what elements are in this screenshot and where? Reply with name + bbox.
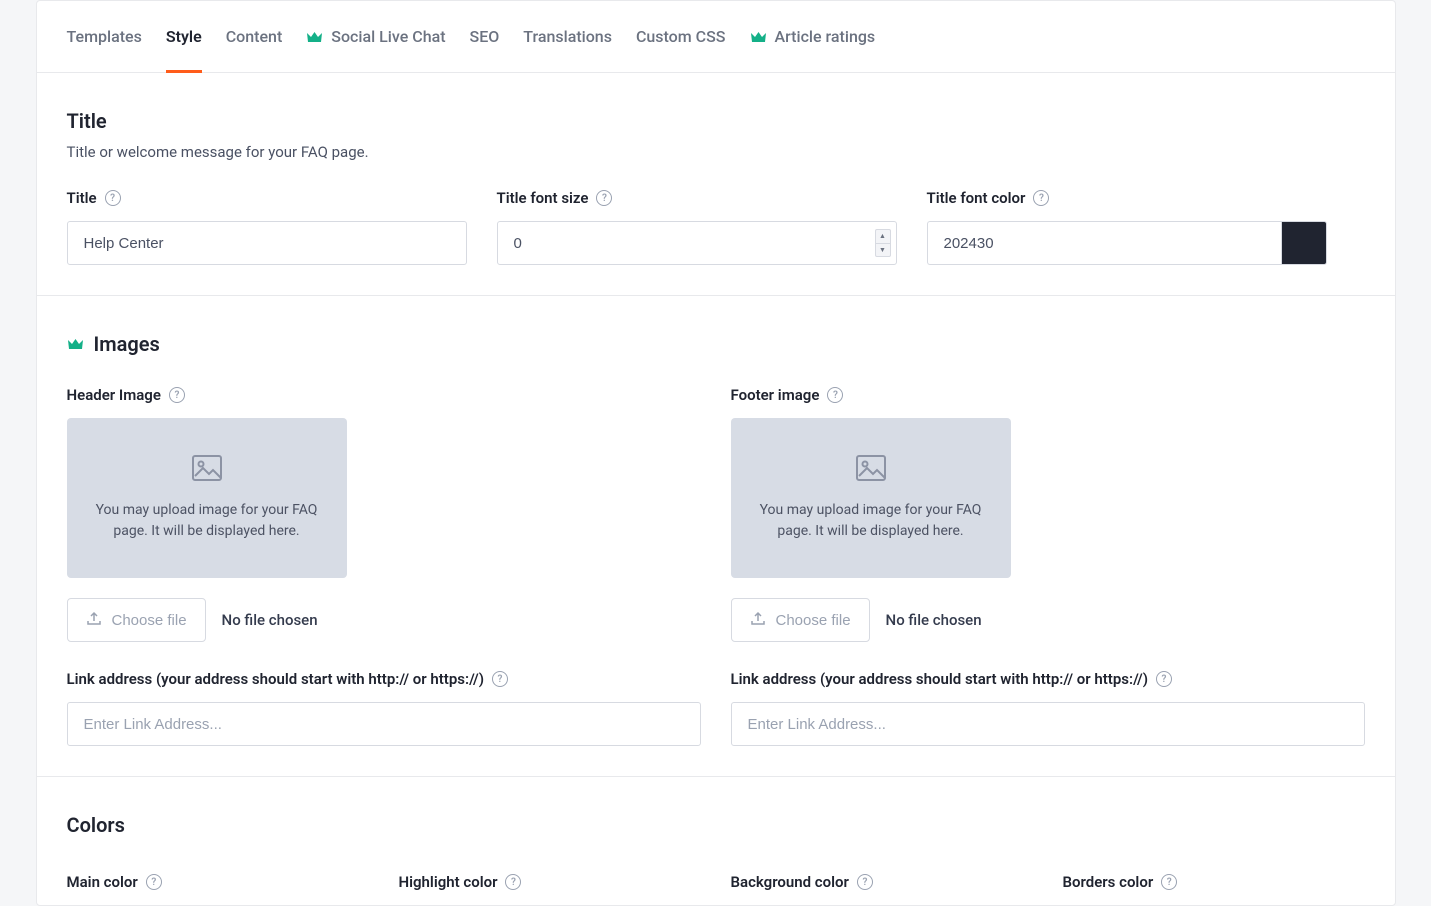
help-icon[interactable]: ? <box>1033 190 1049 206</box>
footer-image-label: Footer image ? <box>731 386 1365 404</box>
help-icon[interactable]: ? <box>857 874 873 890</box>
title-input[interactable] <box>67 221 467 265</box>
header-image-block: Header Image ? You may upload image for … <box>67 386 701 746</box>
footer-link-input[interactable] <box>731 702 1365 746</box>
choose-file-button[interactable]: Choose file <box>731 598 870 642</box>
help-icon[interactable]: ? <box>146 874 162 890</box>
help-icon[interactable]: ? <box>492 671 508 687</box>
section-description: Title or welcome message for your FAQ pa… <box>67 143 1365 161</box>
choose-file-button[interactable]: Choose file <box>67 598 206 642</box>
tab-label: Social Live Chat <box>331 27 445 46</box>
borders-color-label: Borders color ? <box>1063 873 1365 891</box>
tab-social-live-chat[interactable]: Social Live Chat <box>306 1 445 73</box>
crown-icon <box>306 30 323 44</box>
header-link-label: Link address (your address should start … <box>67 670 701 688</box>
header-image-placeholder[interactable]: You may upload image for your FAQ page. … <box>67 418 347 578</box>
placeholder-text: You may upload image for your FAQ page. … <box>751 500 991 542</box>
footer-image-placeholder[interactable]: You may upload image for your FAQ page. … <box>731 418 1011 578</box>
help-icon[interactable]: ? <box>1161 874 1177 890</box>
footer-link-label: Link address (your address should start … <box>731 670 1365 688</box>
file-status: No file chosen <box>886 611 982 629</box>
tabs-bar: Templates Style Content Social Live Chat… <box>37 1 1395 73</box>
tab-style[interactable]: Style <box>166 1 202 73</box>
tab-article-ratings[interactable]: Article ratings <box>750 1 876 73</box>
upload-icon <box>86 610 102 630</box>
images-section: Images Header Image ? You may upload ima… <box>37 296 1395 777</box>
image-icon <box>855 454 887 486</box>
title-font-color-label: Title font color ? <box>927 189 1327 207</box>
number-spinner: ▲ ▼ <box>875 229 891 257</box>
highlight-color-label: Highlight color ? <box>399 873 701 891</box>
section-heading-images: Images <box>67 332 1365 356</box>
spinner-down[interactable]: ▼ <box>876 244 890 257</box>
title-section: Title Title or welcome message for your … <box>37 73 1395 296</box>
spinner-up[interactable]: ▲ <box>876 230 890 244</box>
footer-image-block: Footer image ? You may upload image for … <box>731 386 1365 746</box>
header-link-input[interactable] <box>67 702 701 746</box>
help-icon[interactable]: ? <box>1156 671 1172 687</box>
tab-label: Article ratings <box>775 27 876 46</box>
crown-icon <box>67 337 84 351</box>
title-font-size-input[interactable] <box>497 221 897 265</box>
tab-translations[interactable]: Translations <box>523 1 612 73</box>
title-font-color-input[interactable] <box>927 221 1281 265</box>
image-icon <box>191 454 223 486</box>
title-label: Title ? <box>67 189 467 207</box>
main-color-label: Main color ? <box>67 873 369 891</box>
tab-seo[interactable]: SEO <box>470 1 500 73</box>
tab-content[interactable]: Content <box>226 1 283 73</box>
upload-icon <box>750 610 766 630</box>
help-icon[interactable]: ? <box>596 190 612 206</box>
header-image-label: Header Image ? <box>67 386 701 404</box>
help-icon[interactable]: ? <box>505 874 521 890</box>
file-status: No file chosen <box>222 611 318 629</box>
section-heading-colors: Colors <box>67 813 1365 837</box>
crown-icon <box>750 30 767 44</box>
title-font-color-swatch[interactable] <box>1281 221 1327 265</box>
title-font-size-label: Title font size ? <box>497 189 897 207</box>
help-icon[interactable]: ? <box>169 387 185 403</box>
colors-section: Colors Main color ? Highlight color ? Ba… <box>37 777 1395 905</box>
tab-templates[interactable]: Templates <box>67 1 142 73</box>
help-icon[interactable]: ? <box>105 190 121 206</box>
background-color-label: Background color ? <box>731 873 1033 891</box>
section-heading-title: Title <box>67 109 1365 133</box>
tab-custom-css[interactable]: Custom CSS <box>636 1 726 73</box>
placeholder-text: You may upload image for your FAQ page. … <box>87 500 327 542</box>
help-icon[interactable]: ? <box>827 387 843 403</box>
